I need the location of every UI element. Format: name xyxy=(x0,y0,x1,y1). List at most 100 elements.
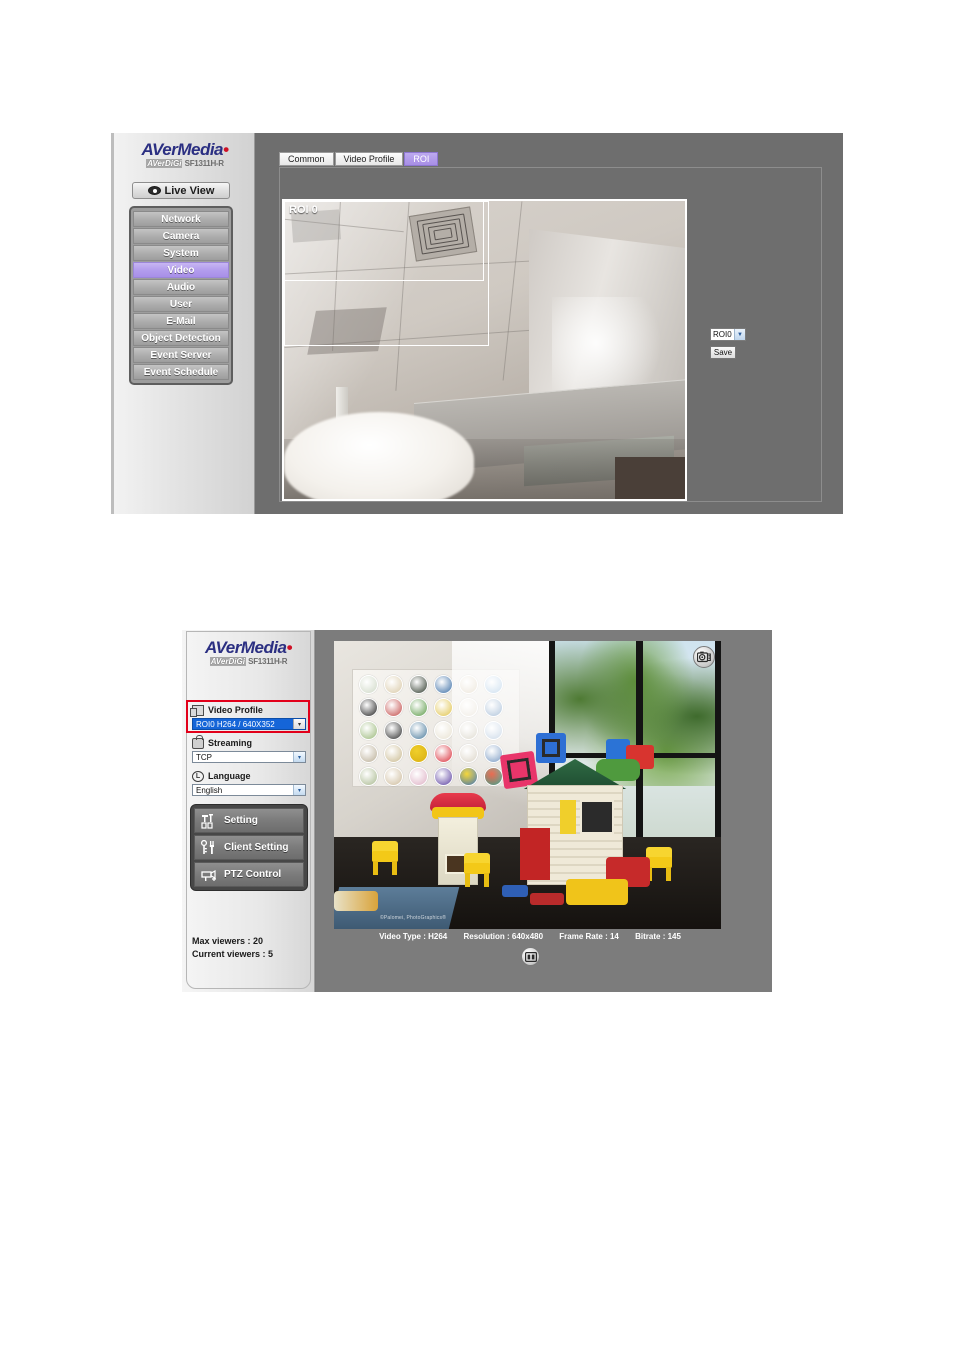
fig1-main-area: Common Video Profile ROI ROI 0 ROI0 ▼ Sa… xyxy=(256,133,843,514)
language-select[interactable]: English ▾ xyxy=(192,784,306,796)
sidebar-item-email[interactable]: E-Mail xyxy=(133,313,229,329)
snapshot-button[interactable] xyxy=(693,646,715,668)
sidebar-item-label: Audio xyxy=(166,281,196,293)
yellow-chair-left xyxy=(372,841,398,875)
save-button-label: Save xyxy=(713,348,733,357)
save-button[interactable]: Save xyxy=(710,346,736,359)
ptz-control-button-label: PTZ Control xyxy=(224,869,282,880)
brand-model: AVerDiGi SF1311H-R xyxy=(209,657,288,666)
playhouse-window xyxy=(580,800,614,834)
streaming-value: TCP xyxy=(196,752,212,762)
sidebar-item-object-detection[interactable]: Object Detection xyxy=(133,330,229,346)
sidebar-item-label: User xyxy=(169,298,193,310)
streaming-label-row: Streaming xyxy=(192,734,306,749)
sidebar-item-label: Event Schedule xyxy=(143,366,219,378)
language-value: English xyxy=(196,785,223,795)
video-watermark: ©Palomei, PhotoGraphics® xyxy=(380,915,447,921)
fig1-nav-menu: Network Camera System Video Audio User E… xyxy=(129,206,233,385)
yellow-chair-center xyxy=(464,853,490,887)
current-viewers: Current viewers : 5 xyxy=(192,949,274,959)
language-label-row: L Language xyxy=(192,770,306,782)
snapshot-icon xyxy=(697,651,711,663)
chevron-down-icon: ▾ xyxy=(293,785,305,795)
language-label: Language xyxy=(208,771,251,781)
sidebar-item-label: System xyxy=(163,247,199,259)
action-button-group: Setting Client Setting PTZ Control xyxy=(190,804,308,891)
chevron-down-icon: ▼ xyxy=(734,329,745,340)
roi-rect-outer[interactable] xyxy=(284,201,489,346)
brand-model: AVerDiGi SF1311H-R xyxy=(146,159,224,168)
max-viewers: Max viewers : 20 xyxy=(192,936,264,946)
fullscreen-icon xyxy=(524,951,537,962)
setting-button-label: Setting xyxy=(224,815,258,826)
roi-video-preview[interactable]: ROI 0 xyxy=(282,199,687,501)
ptz-control-button[interactable]: PTZ Control xyxy=(194,862,304,887)
tab-common[interactable]: Common xyxy=(279,152,334,166)
playhouse-door xyxy=(520,828,550,880)
streaming-label: Streaming xyxy=(208,738,253,748)
sidebar-item-event-server[interactable]: Event Server xyxy=(133,347,229,363)
video-info-bar: Video Type : H264 Resolution : 640x480 F… xyxy=(316,932,744,941)
tab-label: ROI xyxy=(413,154,430,164)
roi-select-value: ROI0 xyxy=(713,330,732,339)
sidebar-item-event-schedule[interactable]: Event Schedule xyxy=(133,364,229,380)
video-frame-rate: Frame Rate : 14 xyxy=(559,932,619,941)
brand-logo: AVerMedia• AVerDiGi SF1311H-R xyxy=(186,639,311,666)
roi-controls: ROI0 ▼ Save xyxy=(710,328,746,359)
sidebar-item-system[interactable]: System xyxy=(133,245,229,261)
video-profile-highlight xyxy=(186,700,310,733)
setting-button[interactable]: Setting xyxy=(194,808,304,833)
tab-video-profile[interactable]: Video Profile xyxy=(334,152,404,166)
sidebar-item-audio[interactable]: Audio xyxy=(133,279,229,295)
setting-icon xyxy=(200,813,218,829)
eye-icon xyxy=(147,186,161,195)
roi-select[interactable]: ROI0 ▼ xyxy=(710,328,746,341)
sidebar-item-user[interactable]: User xyxy=(133,296,229,312)
sidebar-item-network[interactable]: Network xyxy=(133,211,229,227)
brand-name: AVerMedia• xyxy=(141,140,229,159)
streaming-icon xyxy=(192,734,204,749)
sidebar-item-label: Object Detection xyxy=(141,332,221,344)
roi-setting-page: AVerMedia• AVerDiGi SF1311H-R Live View … xyxy=(111,133,843,514)
toy-pile-left xyxy=(334,891,378,911)
sidebar-item-label: Camera xyxy=(162,230,200,242)
tab-roi[interactable]: ROI xyxy=(404,152,439,166)
brand-name: AVerMedia• xyxy=(205,638,292,657)
sidebar-item-label: E-Mail xyxy=(166,315,196,327)
streaming-control: Streaming TCP ▾ xyxy=(192,734,306,763)
playroom-scene: ©Palomei, PhotoGraphics® xyxy=(334,641,721,929)
sidebar-item-label: Video xyxy=(167,264,195,276)
sidebar-item-label: Network xyxy=(161,213,201,225)
video-bitrate: Bitrate : 145 xyxy=(635,932,681,941)
fullscreen-button[interactable] xyxy=(521,947,540,966)
toy-bin-yellow xyxy=(566,879,628,905)
sidebar-item-label: Event Server xyxy=(150,349,212,361)
live-view-button[interactable]: Live View xyxy=(132,182,230,199)
toy-mat-red xyxy=(530,893,564,905)
language-icon: L xyxy=(192,770,204,782)
live-view-page: AVerMedia• AVerDiGi SF1311H-R Video Prof… xyxy=(182,630,772,992)
client-setting-button[interactable]: Client Setting xyxy=(194,835,304,860)
foreground-object xyxy=(284,412,474,499)
language-control: L Language English ▾ xyxy=(192,770,306,796)
client-setting-icon xyxy=(200,839,218,856)
playhouse-shutter xyxy=(560,800,576,834)
streaming-select[interactable]: TCP ▾ xyxy=(192,751,306,763)
dark-corner xyxy=(615,457,685,499)
chevron-down-icon: ▾ xyxy=(293,752,305,762)
tab-content-roi: ROI 0 ROI0 ▼ Save xyxy=(279,167,822,502)
sidebar-item-camera[interactable]: Camera xyxy=(133,228,229,244)
tab-bar: Common Video Profile ROI xyxy=(279,152,439,166)
sidebar-item-video[interactable]: Video xyxy=(133,262,229,278)
client-setting-button-label: Client Setting xyxy=(224,842,289,853)
tab-label: Common xyxy=(288,154,325,164)
roi-overlay-label: ROI 0 xyxy=(289,204,318,216)
ptz-control-icon xyxy=(200,867,218,883)
brand-logo: AVerMedia• AVerDiGi SF1311H-R xyxy=(120,141,250,168)
video-type: Video Type : H264 xyxy=(379,932,448,941)
live-video-stream[interactable]: ©Palomei, PhotoGraphics® xyxy=(334,641,721,929)
tab-label: Video Profile xyxy=(343,154,395,164)
toy-mat-blue xyxy=(502,885,528,897)
fig2-sidebar: AVerMedia• AVerDiGi SF1311H-R Video Prof… xyxy=(182,630,315,992)
video-resolution: Resolution : 640x480 xyxy=(463,932,544,941)
